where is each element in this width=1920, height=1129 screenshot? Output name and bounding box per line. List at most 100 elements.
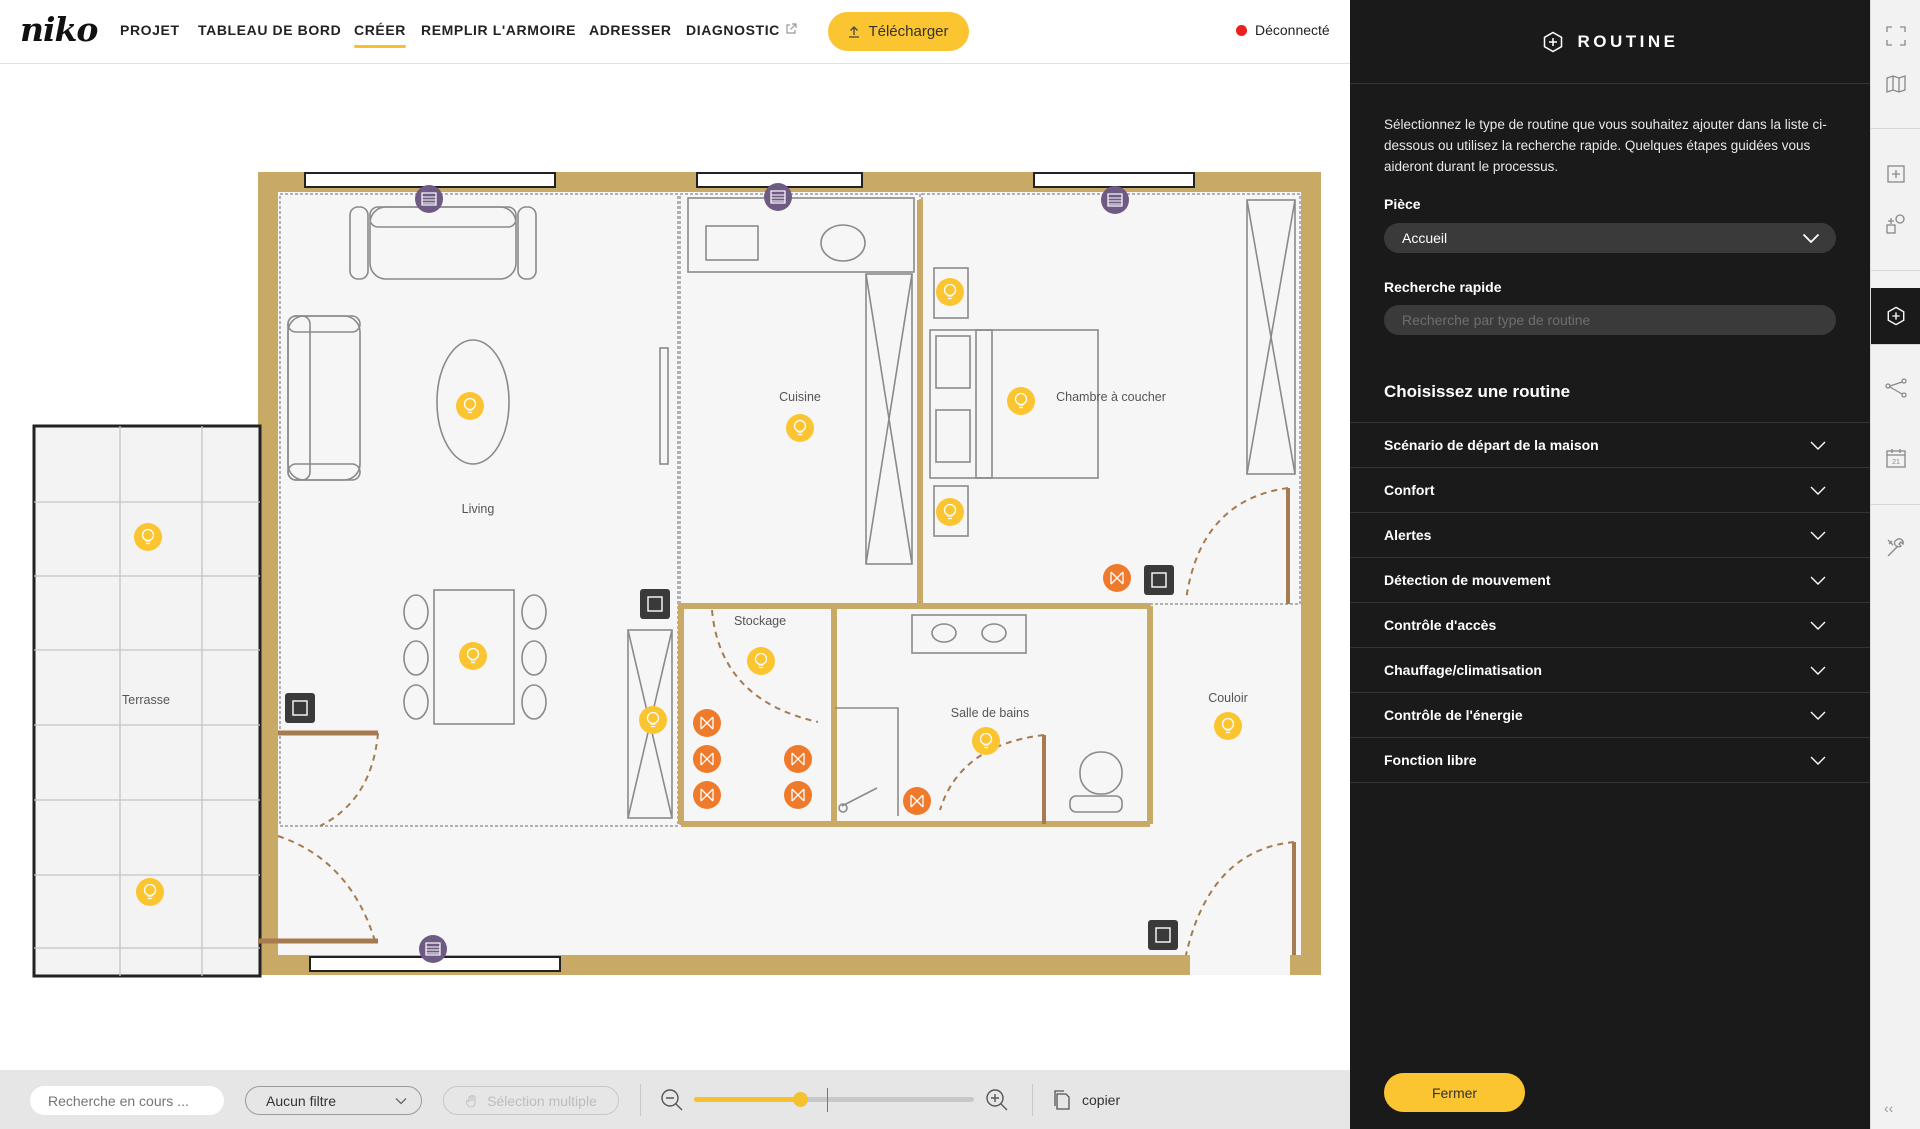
collapse-panel-button[interactable]: ‹‹ [1884,1100,1893,1116]
routine-item-label: Scénario de départ de la maison [1384,437,1599,453]
room-label-couloir: Couloir [1208,691,1248,705]
status-dot-icon [1236,24,1247,36]
chevron-down-icon [1810,531,1826,540]
zoom-default-mark [827,1088,828,1112]
light-bulb-icon[interactable] [935,277,965,307]
nav-adresser[interactable]: ADRESSER [589,22,672,38]
routine-item[interactable]: Détection de mouvement [1350,558,1870,603]
filter-dropdown[interactable]: Aucun filtre [245,1086,422,1115]
light-bulb-icon[interactable] [1213,711,1243,741]
device-search-input[interactable] [30,1086,224,1115]
switch-icon[interactable] [1147,919,1179,951]
motor-icon[interactable] [783,780,813,810]
routine-item[interactable]: Chauffage/climatisation [1350,648,1870,693]
blind-icon[interactable] [763,182,793,212]
room-label-cuisine: Cuisine [779,390,821,404]
fullscreen-icon [1886,26,1906,46]
tools-button[interactable] [1871,520,1920,576]
blind-icon[interactable] [418,934,448,964]
nav-projet[interactable]: PROJET [120,22,180,38]
light-bulb-icon[interactable] [971,726,1001,756]
routine-item[interactable]: Contrôle de l'énergie [1350,693,1870,738]
routine-item-label: Fonction libre [1384,752,1477,768]
floor-plan[interactable]: Living Cuisine Chambre à coucher Terrass… [0,64,1350,1070]
filter-label: Aucun filtre [266,1092,337,1109]
divider [1871,128,1920,129]
chevron-down-icon [1810,711,1826,720]
add-device-button[interactable] [1871,146,1920,202]
light-bulb-icon[interactable] [458,641,488,671]
light-bulb-icon[interactable] [785,413,815,443]
copy-icon [1054,1090,1070,1110]
routine-item[interactable]: Confort [1350,468,1870,513]
multiselect-button[interactable]: Sélection multiple [443,1086,619,1115]
switch-icon[interactable] [639,588,671,620]
motor-icon[interactable] [902,786,932,816]
room-label-terrasse: Terrasse [122,693,170,707]
routine-search-input[interactable] [1384,305,1836,335]
routine-item[interactable]: Alertes [1350,513,1870,558]
motor-icon[interactable] [692,744,722,774]
motor-icon[interactable] [1102,563,1132,593]
divider [1871,504,1920,505]
routine-item[interactable]: Scénario de départ de la maison [1350,423,1870,468]
add-device-icon [1887,165,1905,183]
room-select-value: Accueil [1402,230,1448,246]
light-bulb-icon[interactable] [746,646,776,676]
zoom-slider[interactable] [694,1092,974,1107]
bottom-toolbar: Aucun filtre Sélection multiple copier [0,1070,1350,1129]
niko-logo[interactable]: niko [20,10,98,49]
zoom-slider-fill [694,1097,801,1102]
external-link-icon [786,23,797,34]
choose-routine-title: Choisissez une routine [1384,382,1571,401]
nav-creer[interactable]: CRÉER [354,22,407,48]
switch-icon[interactable] [284,692,316,724]
multiselect-label: Sélection multiple [487,1092,597,1109]
map-button[interactable] [1871,56,1920,112]
routine-list: Scénario de départ de la maison Confort … [1350,422,1870,783]
close-button[interactable]: Fermer [1384,1073,1525,1112]
motor-icon[interactable] [692,780,722,810]
motor-icon[interactable] [783,744,813,774]
shapes-icon [1886,214,1905,234]
calendar-day: 21 [1892,459,1900,466]
zoom-slider-thumb[interactable] [793,1092,809,1107]
routine-icon [1543,31,1562,52]
copy-button[interactable]: copier [1052,1088,1120,1112]
blind-icon[interactable] [414,184,444,214]
light-bulb-icon[interactable] [1006,386,1036,416]
chevron-down-icon [1810,576,1826,585]
room-label-salle-de-bains: Salle de bains [951,706,1030,720]
routine-item[interactable]: Fonction libre [1350,738,1870,783]
room-field-label: Pièce [1384,196,1421,212]
light-bulb-icon[interactable] [638,705,668,735]
switch-icon[interactable] [1143,564,1175,596]
connection-status: Déconnecté [1236,22,1330,38]
zoom-out-icon[interactable] [660,1088,684,1112]
calendar-icon: 21 [1886,449,1906,468]
light-bulb-icon[interactable] [135,877,165,907]
nav-tableau-de-bord[interactable]: TABLEAU DE BORD [198,22,341,38]
download-button[interactable]: Télécharger [828,12,969,51]
shapes-button[interactable] [1871,196,1920,252]
nav-diagnostic[interactable]: DIAGNOSTIC [686,22,780,38]
room-select[interactable]: Accueil [1384,223,1836,253]
network-button[interactable] [1871,360,1920,416]
download-label: Télécharger [868,23,949,40]
light-bulb-icon[interactable] [133,522,163,552]
routine-rail-button[interactable] [1871,288,1920,344]
zoom-in-icon[interactable] [985,1088,1009,1112]
light-bulb-icon[interactable] [935,497,965,527]
nav-remplir-armoire[interactable]: REMPLIR L'ARMOIRE [421,22,576,38]
side-tool-rail: 21 ‹‹ [1870,0,1920,1129]
blind-icon[interactable] [1100,185,1130,215]
chevron-down-icon [395,1097,407,1104]
chevron-down-icon [1810,756,1826,765]
routine-item[interactable]: Contrôle d'accès [1350,603,1870,648]
light-bulb-icon[interactable] [455,391,485,421]
divider [640,1084,641,1116]
calendar-button[interactable]: 21 [1871,430,1920,486]
motor-icon[interactable] [692,708,722,738]
panel-description: Sélectionnez le type de routine que vous… [1384,117,1827,174]
chevron-down-icon [1810,486,1826,495]
